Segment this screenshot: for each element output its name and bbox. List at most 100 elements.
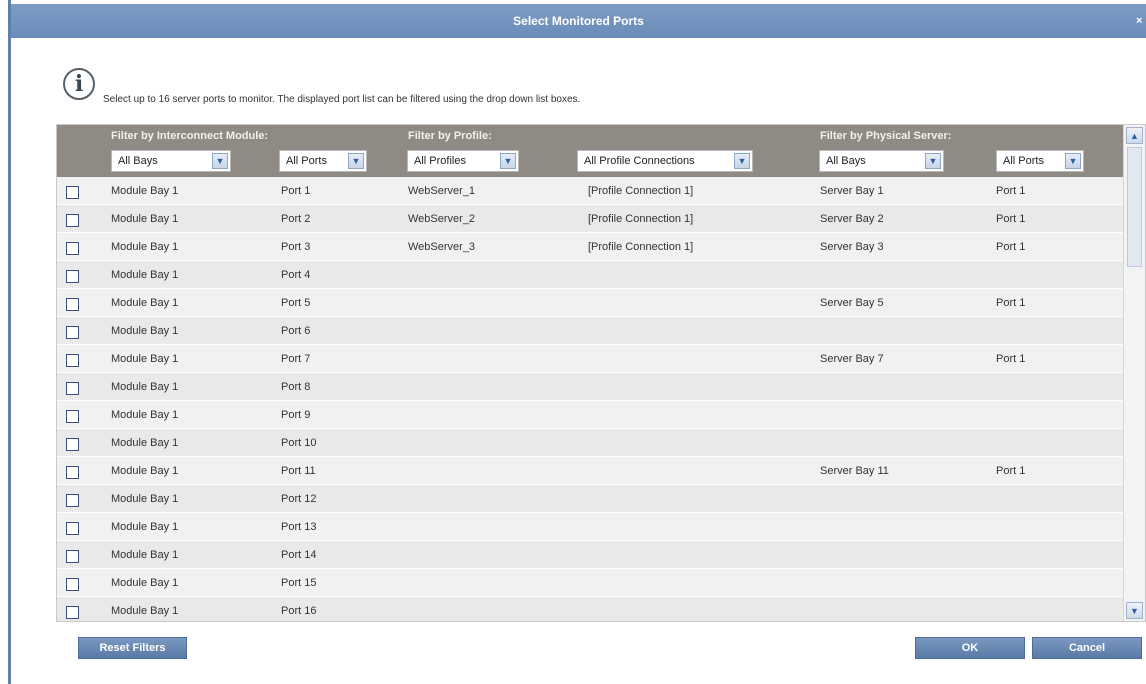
interconnect-port-value: All Ports [286, 155, 327, 167]
select-monitored-ports-dialog: Select Monitored Ports × i Select up to … [8, 0, 1146, 684]
module-bay-cell: Module Bay 1 [111, 409, 179, 421]
table-row[interactable]: Module Bay 1 Port 3 WebServer_3 [Profile Co… [57, 233, 1123, 261]
module-port-cell: Port 6 [281, 325, 311, 337]
ok-button[interactable]: OK [915, 637, 1025, 659]
grid-header: Filter by Interconnect Module: Filter by… [57, 125, 1123, 177]
module-port-cell: Port 4 [281, 269, 311, 281]
module-port-cell: Port 2 [281, 213, 311, 225]
row-checkbox[interactable] [66, 606, 79, 619]
server-port-cell: Port 1 [996, 241, 1026, 253]
table-row[interactable]: Module Bay 1 Port 8 [57, 373, 1123, 401]
table-row[interactable]: Module Bay 1 Port 15 [57, 569, 1123, 597]
profile-connections-dropdown[interactable]: All Profile Connections ▼ [577, 150, 753, 172]
row-checkbox[interactable] [66, 298, 79, 311]
chevron-down-icon[interactable]: ▼ [348, 153, 364, 169]
server-port-dropdown[interactable]: All Ports ▼ [996, 150, 1084, 172]
port-list: Module Bay 1 Port 1 WebServer_1 [Profile Co… [57, 177, 1123, 621]
module-bay-cell: Module Bay 1 [111, 549, 179, 561]
module-bay-cell: Module Bay 1 [111, 521, 179, 533]
scroll-up-icon[interactable]: ▲ [1126, 127, 1143, 144]
table-row[interactable]: Module Bay 1 Port 11 Server Bay 11 Port 1 [57, 457, 1123, 485]
table-row[interactable]: Module Bay 1 Port 9 [57, 401, 1123, 429]
table-row[interactable]: Module Bay 1 Port 7 Server Bay 7 Port 1 [57, 345, 1123, 373]
module-port-cell: Port 16 [281, 605, 317, 617]
profile-connection-cell: [Profile Connection 1] [588, 241, 694, 253]
module-bay-cell: Module Bay 1 [111, 353, 179, 365]
table-row[interactable]: Module Bay 1 Port 13 [57, 513, 1123, 541]
table-row[interactable]: Module Bay 1 Port 2 WebServer_2 [Profile Co… [57, 205, 1123, 233]
profile-connection-cell: [Profile Connection 1] [588, 185, 694, 197]
module-bay-cell: Module Bay 1 [111, 297, 179, 309]
scrollbar-thumb[interactable] [1127, 147, 1142, 267]
module-port-cell: Port 11 [281, 465, 316, 477]
row-checkbox[interactable] [66, 382, 79, 395]
info-icon: i [63, 68, 95, 100]
chevron-down-icon[interactable]: ▼ [500, 153, 516, 169]
row-checkbox[interactable] [66, 214, 79, 227]
dialog-title-bar: Select Monitored Ports × [11, 4, 1146, 38]
table-row[interactable]: Module Bay 1 Port 1 WebServer_1 [Profile Co… [57, 177, 1123, 205]
module-bay-cell: Module Bay 1 [111, 381, 179, 393]
table-row[interactable]: Module Bay 1 Port 14 [57, 541, 1123, 569]
module-port-cell: Port 9 [281, 409, 311, 421]
vertical-scrollbar[interactable]: ▲ ▼ [1123, 125, 1145, 621]
table-row[interactable]: Module Bay 1 Port 10 [57, 429, 1123, 457]
server-bay-cell: Server Bay 5 [820, 297, 884, 309]
module-port-cell: Port 7 [281, 353, 311, 365]
server-bay-value: All Bays [826, 155, 866, 167]
chevron-down-icon[interactable]: ▼ [734, 153, 750, 169]
table-row[interactable]: Module Bay 1 Port 6 [57, 317, 1123, 345]
table-row[interactable]: Module Bay 1 Port 4 [57, 261, 1123, 289]
module-bay-cell: Module Bay 1 [111, 605, 179, 617]
row-checkbox[interactable] [66, 550, 79, 563]
table-row[interactable]: Module Bay 1 Port 12 [57, 485, 1123, 513]
row-checkbox[interactable] [66, 466, 79, 479]
module-port-cell: Port 13 [281, 521, 317, 533]
chevron-down-icon[interactable]: ▼ [1065, 153, 1081, 169]
row-checkbox[interactable] [66, 354, 79, 367]
reset-filters-button[interactable]: Reset Filters [78, 637, 187, 659]
table-row[interactable]: Module Bay 1 Port 16 [57, 597, 1123, 621]
row-checkbox[interactable] [66, 410, 79, 423]
server-bay-cell: Server Bay 7 [820, 353, 884, 365]
dialog-title: Select Monitored Ports [513, 14, 644, 28]
table-row[interactable]: Module Bay 1 Port 5 Server Bay 5 Port 1 [57, 289, 1123, 317]
server-port-cell: Port 1 [996, 213, 1026, 225]
row-checkbox[interactable] [66, 522, 79, 535]
row-checkbox[interactable] [66, 270, 79, 283]
interconnect-port-dropdown[interactable]: All Ports ▼ [279, 150, 367, 172]
row-checkbox[interactable] [66, 326, 79, 339]
row-checkbox[interactable] [66, 494, 79, 507]
module-port-cell: Port 5 [281, 297, 311, 309]
module-port-cell: Port 3 [281, 241, 311, 253]
module-port-cell: Port 1 [281, 185, 311, 197]
module-bay-cell: Module Bay 1 [111, 185, 179, 197]
server-port-value: All Ports [1003, 155, 1044, 167]
module-bay-cell: Module Bay 1 [111, 493, 179, 505]
profile-value: All Profiles [414, 155, 466, 167]
server-bay-dropdown[interactable]: All Bays ▼ [819, 150, 944, 172]
cancel-button[interactable]: Cancel [1032, 637, 1142, 659]
server-port-cell: Port 1 [996, 465, 1026, 477]
row-checkbox[interactable] [66, 438, 79, 451]
module-bay-cell: Module Bay 1 [111, 465, 179, 477]
server-port-cell: Port 1 [996, 353, 1026, 365]
module-bay-cell: Module Bay 1 [111, 213, 179, 225]
interconnect-bay-dropdown[interactable]: All Bays ▼ [111, 150, 231, 172]
module-bay-cell: Module Bay 1 [111, 241, 179, 253]
row-checkbox[interactable] [66, 578, 79, 591]
profile-connection-cell: [Profile Connection 1] [588, 213, 694, 225]
server-bay-cell: Server Bay 3 [820, 241, 884, 253]
profile-cell: WebServer_3 [408, 241, 476, 253]
close-icon[interactable]: × [1136, 12, 1146, 30]
profile-dropdown[interactable]: All Profiles ▼ [407, 150, 519, 172]
chevron-down-icon[interactable]: ▼ [212, 153, 228, 169]
module-bay-cell: Module Bay 1 [111, 325, 179, 337]
chevron-down-icon[interactable]: ▼ [925, 153, 941, 169]
module-port-cell: Port 12 [281, 493, 317, 505]
server-bay-cell: Server Bay 1 [820, 185, 884, 197]
row-checkbox[interactable] [66, 242, 79, 255]
module-port-cell: Port 14 [281, 549, 317, 561]
row-checkbox[interactable] [66, 186, 79, 199]
scroll-down-icon[interactable]: ▼ [1126, 602, 1143, 619]
